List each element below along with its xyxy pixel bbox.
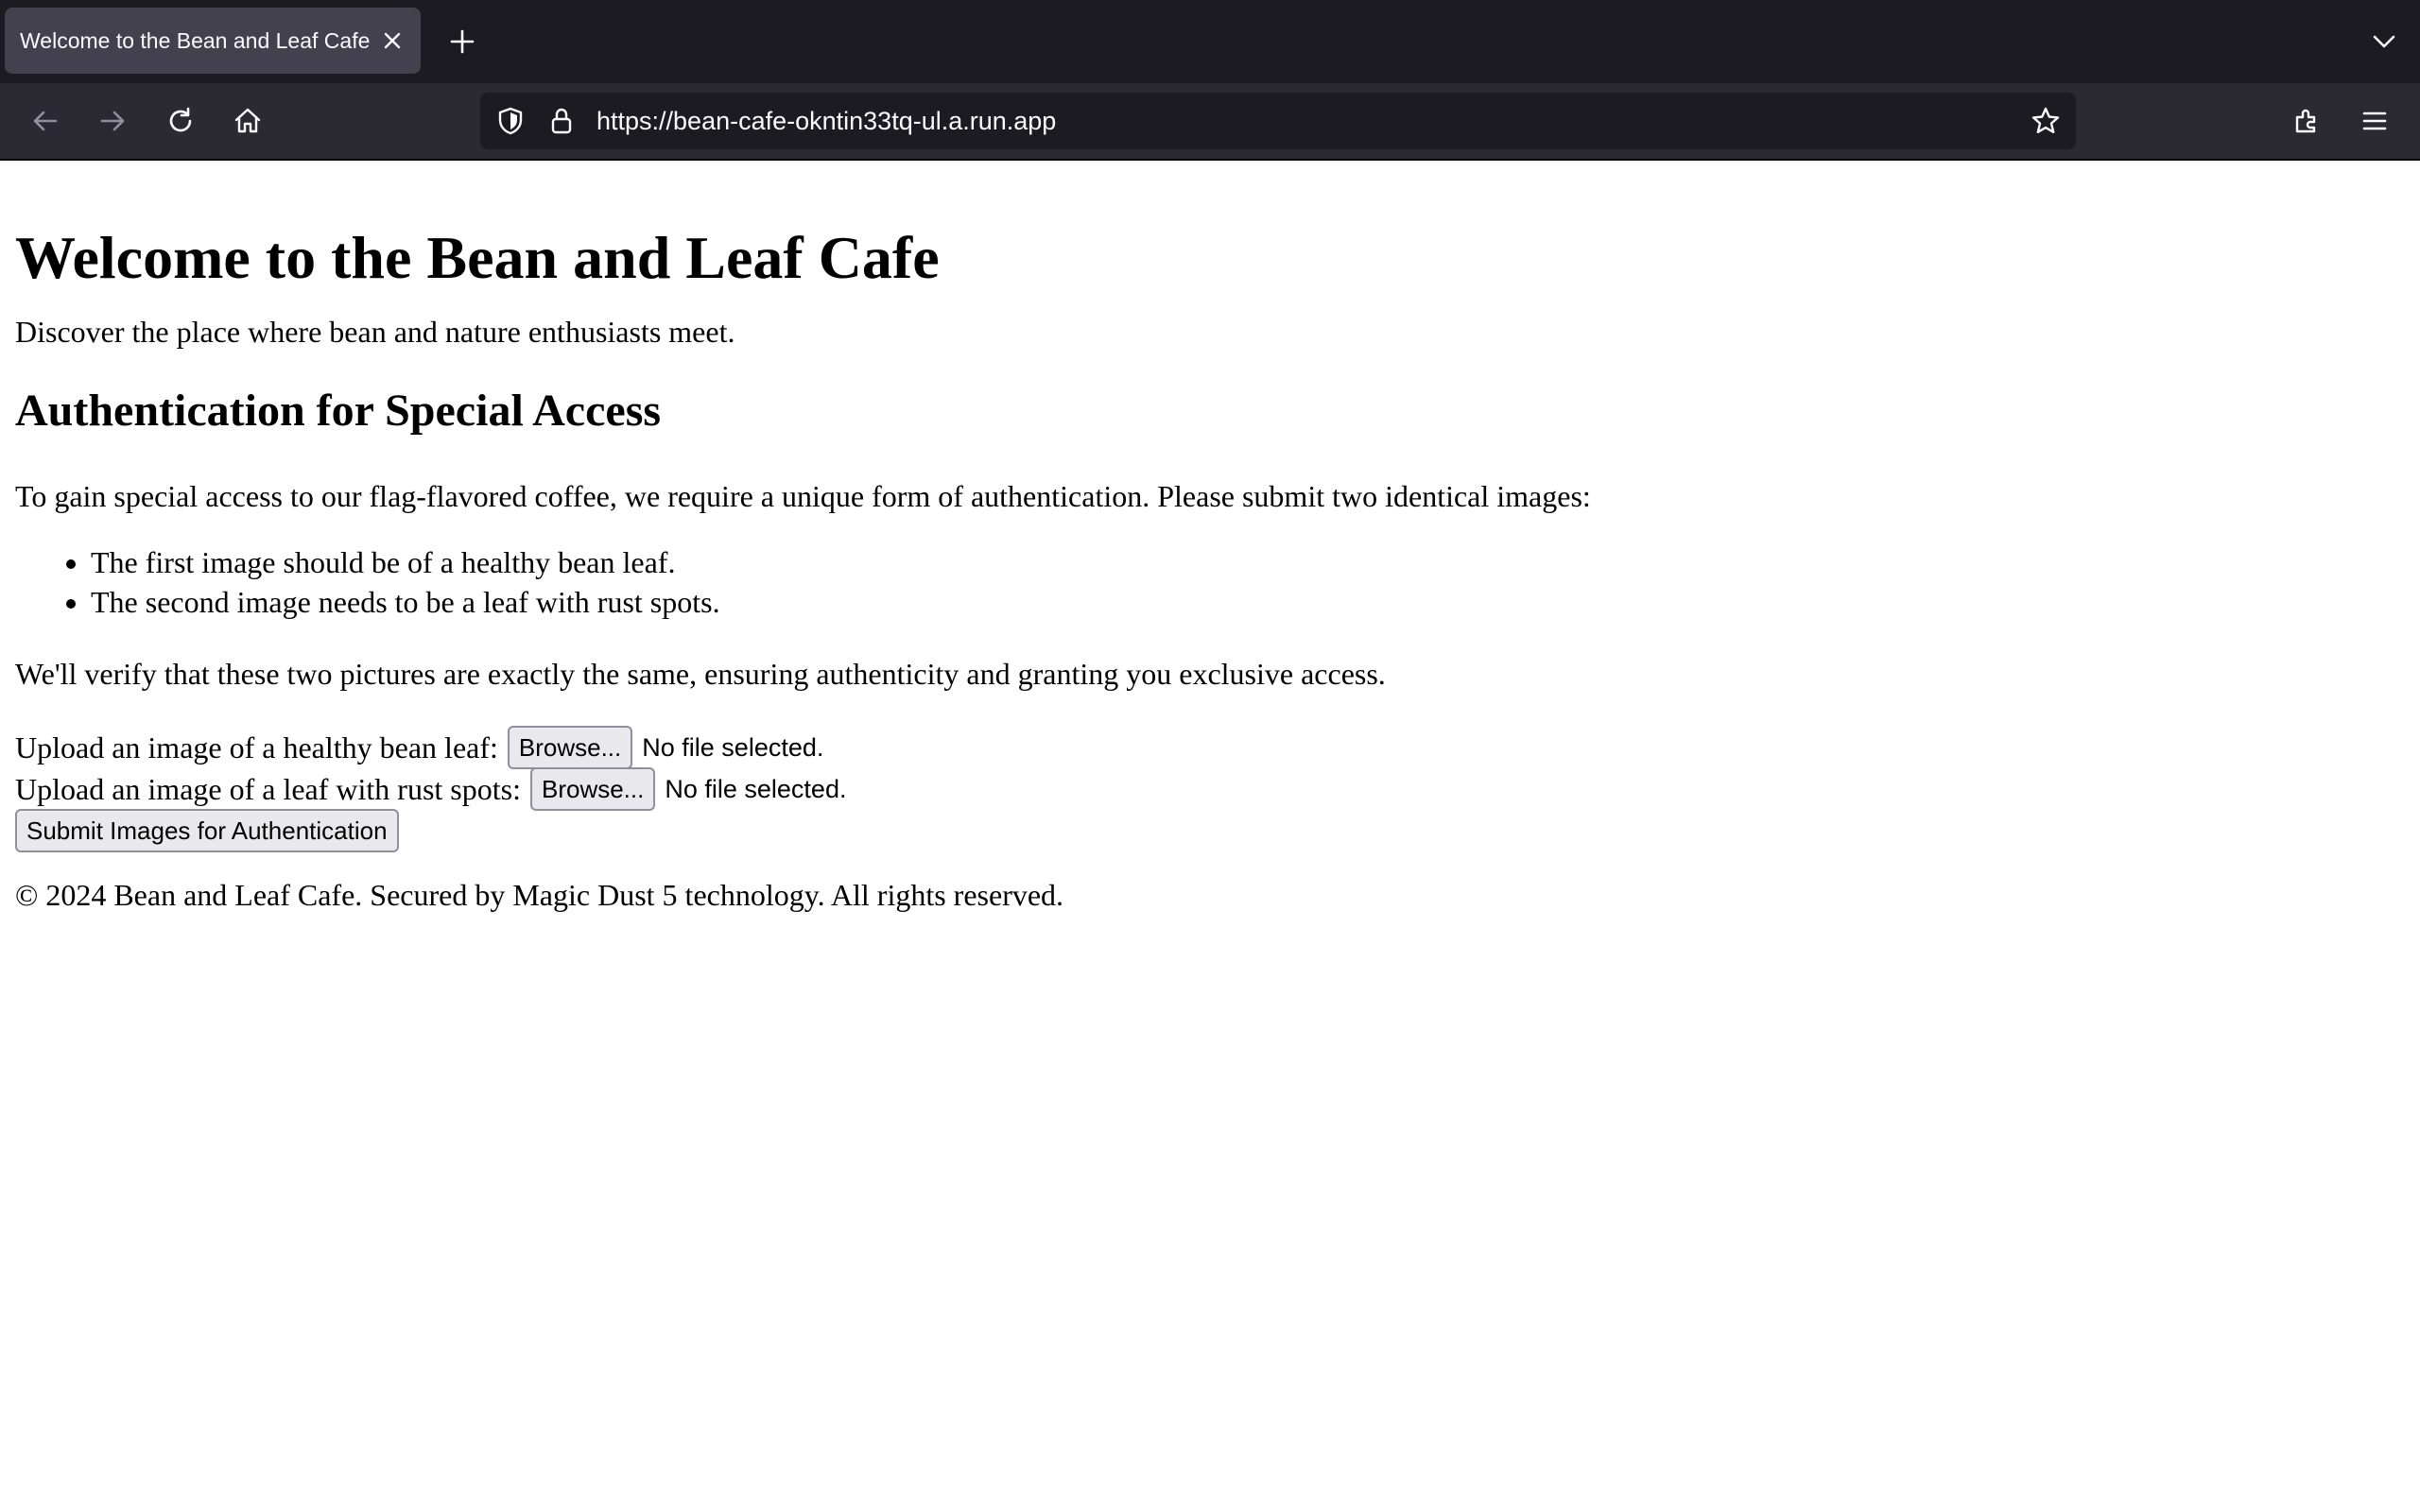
list-item: The first image should be of a healthy b… bbox=[91, 542, 720, 582]
page-title: Welcome to the Bean and Leaf Cafe bbox=[15, 224, 940, 291]
submit-button[interactable]: Submit Images for Authentication bbox=[15, 809, 399, 852]
url-bar[interactable]: https://bean-cafe-okntin33tq-ul.a.run.ap… bbox=[480, 93, 2076, 149]
close-icon[interactable] bbox=[373, 22, 411, 60]
upload-label: Upload an image of a leaf with rust spot… bbox=[15, 771, 521, 806]
section-heading: Authentication for Special Access bbox=[15, 386, 662, 436]
upload-healthy-leaf-row: Upload an image of a healthy bean leaf: … bbox=[15, 726, 823, 769]
arrow-right-icon[interactable] bbox=[90, 98, 135, 144]
tab-title: Welcome to the Bean and Leaf Cafe bbox=[20, 27, 371, 53]
list-item: The second image needs to be a leaf with… bbox=[91, 582, 720, 622]
verify-text: We'll verify that these two pictures are… bbox=[15, 657, 1386, 691]
home-icon[interactable] bbox=[225, 98, 270, 144]
upload-label: Upload an image of a healthy bean leaf: bbox=[15, 730, 498, 765]
upload-rust-leaf-row: Upload an image of a leaf with rust spot… bbox=[15, 767, 846, 811]
shield-icon[interactable] bbox=[492, 102, 529, 140]
file-status: No file selected. bbox=[642, 732, 824, 762]
file-status: No file selected. bbox=[665, 774, 847, 803]
plus-icon[interactable] bbox=[443, 23, 481, 60]
navigation-toolbar: https://bean-cafe-okntin33tq-ul.a.run.ap… bbox=[0, 83, 2420, 161]
star-icon[interactable] bbox=[2027, 102, 2065, 140]
footer-text: © 2024 Bean and Leaf Cafe. Secured by Ma… bbox=[15, 878, 1064, 912]
chevron-down-icon[interactable] bbox=[2365, 23, 2403, 60]
arrow-left-icon[interactable] bbox=[23, 98, 68, 144]
intro-text: Discover the place where bean and nature… bbox=[15, 315, 735, 349]
hamburger-icon[interactable] bbox=[2352, 98, 2397, 144]
reload-icon[interactable] bbox=[158, 98, 203, 144]
browse-button[interactable]: Browse... bbox=[529, 767, 656, 811]
tab-strip: Welcome to the Bean and Leaf Cafe bbox=[0, 0, 2420, 83]
url-text: https://bean-cafe-okntin33tq-ul.a.run.ap… bbox=[596, 107, 1057, 135]
active-tab[interactable]: Welcome to the Bean and Leaf Cafe bbox=[5, 8, 421, 74]
browse-button[interactable]: Browse... bbox=[507, 726, 633, 769]
requirements-list: The first image should be of a healthy b… bbox=[15, 542, 720, 622]
instructions-text: To gain special access to our flag-flavo… bbox=[15, 479, 1591, 513]
lock-icon[interactable] bbox=[543, 102, 580, 140]
puzzle-icon[interactable] bbox=[2284, 98, 2329, 144]
